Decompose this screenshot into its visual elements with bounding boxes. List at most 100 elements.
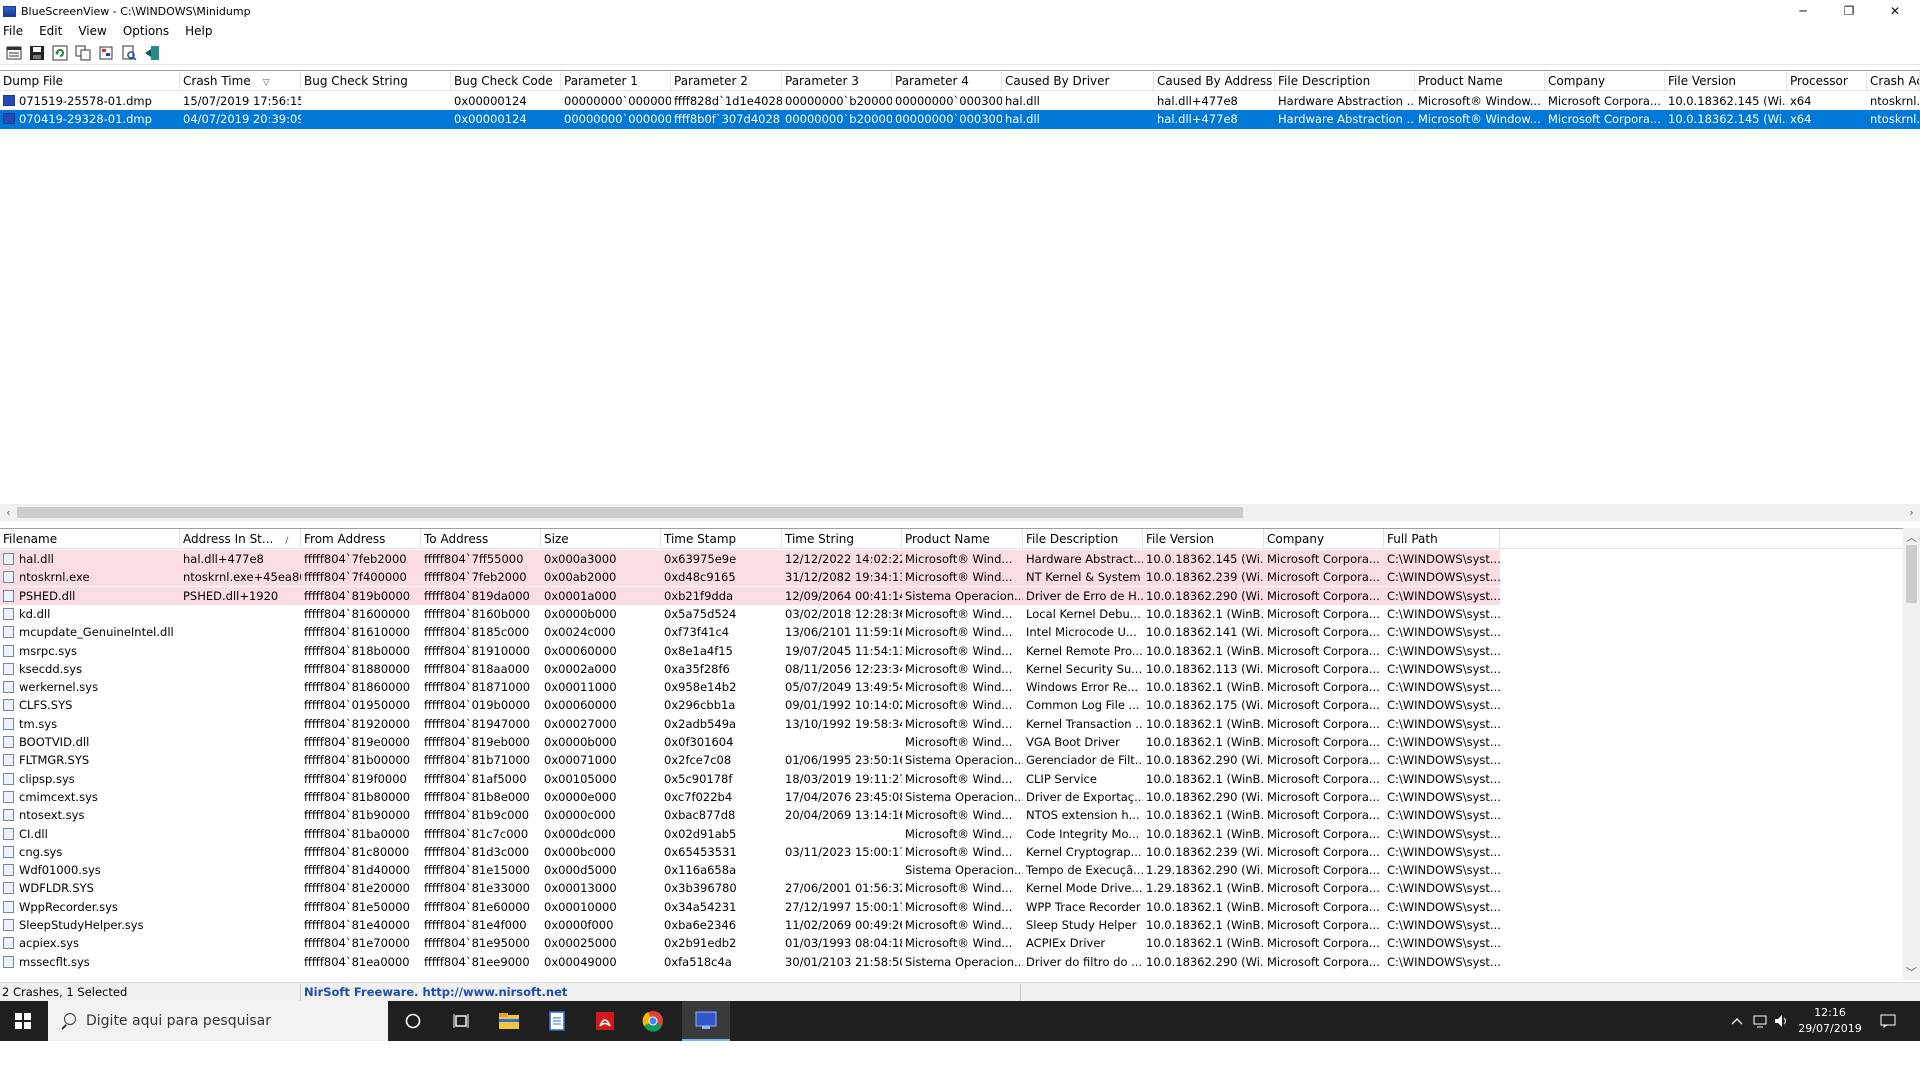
driver-row[interactable]: cmimcext.sys fffff804`81b80000 fffff804`81… — [0, 788, 1920, 806]
column-header[interactable]: Company — [1545, 71, 1665, 91]
dump-row[interactable]: 070419-29328-01.dmp 04/07/2019 20:39:09 0x… — [0, 110, 1920, 129]
column-header[interactable]: Parameter 2 — [671, 71, 782, 91]
close-button[interactable]: ✕ — [1872, 0, 1918, 22]
cell-company: Microsoft Corpora... — [1267, 808, 1380, 823]
start-button[interactable] — [0, 1001, 46, 1041]
minimize-button[interactable]: ─ — [1780, 0, 1826, 22]
task-view-icon[interactable] — [437, 1001, 485, 1041]
menu-help[interactable]: Help — [182, 24, 219, 38]
chrome-icon[interactable] — [629, 1001, 677, 1041]
copy-icon[interactable] — [73, 43, 92, 62]
column-header[interactable]: From Address — [301, 529, 421, 549]
column-header[interactable]: Size — [541, 529, 661, 549]
driver-row[interactable]: PSHED.dll PSHED.dll+1920 fffff804`819b0000… — [0, 586, 1920, 605]
driver-row[interactable]: mcupdate_GenuineIntel.dll fffff804`816100… — [0, 623, 1920, 641]
column-header[interactable]: Address In St... / — [180, 529, 301, 549]
column-header[interactable]: Bug Check Code — [451, 71, 561, 91]
nirsoft-link[interactable]: NirSoft Freeware. http://www.nirsoft.net — [304, 983, 567, 1002]
document-icon[interactable] — [533, 1001, 581, 1041]
properties-icon[interactable] — [4, 43, 23, 62]
column-header[interactable]: Dump File — [0, 71, 180, 91]
driver-row[interactable]: clipsp.sys fffff804`819f0000 fffff804`81af… — [0, 770, 1920, 788]
column-header[interactable]: Bug Check String — [301, 71, 451, 91]
column-header[interactable]: Caused By Driver — [1002, 71, 1154, 91]
column-header[interactable]: Caused By Address — [1154, 71, 1275, 91]
driver-row[interactable]: Wdf01000.sys fffff804`81d40000 fffff804`81… — [0, 861, 1920, 879]
find-icon[interactable] — [119, 43, 138, 62]
driver-row[interactable]: acpiex.sys fffff804`81e70000 fffff804`81e9… — [0, 934, 1920, 952]
column-header[interactable]: Parameter 3 — [782, 71, 892, 91]
driver-row[interactable]: ksecdd.sys fffff804`81880000 fffff804`818a… — [0, 660, 1920, 678]
dump-list[interactable]: Dump File Crash Time ▽ Bug Check String B… — [0, 70, 1920, 504]
scroll-left-icon[interactable]: ‹ — [0, 504, 17, 521]
exit-icon[interactable] — [142, 43, 161, 62]
column-header[interactable]: File Version — [1665, 71, 1787, 91]
driver-row[interactable]: CI.dll fffff804`81ba0000 fffff804`81c7c000… — [0, 825, 1920, 843]
column-header[interactable]: Full Path — [1384, 529, 1500, 549]
column-header[interactable]: Crash Time ▽ — [180, 71, 301, 91]
driver-row[interactable]: FLTMGR.SYS fffff804`81b00000 fffff804`81b7… — [0, 751, 1920, 769]
menu-options[interactable]: Options — [120, 24, 176, 38]
column-header[interactable]: Processor — [1787, 71, 1867, 91]
scroll-down-icon[interactable]: ﹀ — [1903, 963, 1920, 980]
menu-view[interactable]: View — [75, 24, 113, 38]
cell-to-address: fffff804`81c7c000 — [424, 826, 529, 841]
cell-to-address: fffff804`81e15000 — [424, 863, 530, 878]
cell-address-in-stack — [180, 770, 301, 788]
column-header[interactable]: Crash Add — [1867, 71, 1920, 91]
file-explorer-icon[interactable] — [485, 1001, 533, 1041]
chevron-up-icon[interactable] — [1728, 1001, 1746, 1041]
column-header[interactable]: File Description — [1023, 529, 1143, 549]
driver-row[interactable]: msrpc.sys fffff804`818b0000 fffff804`81910… — [0, 642, 1920, 660]
driver-row[interactable]: hal.dll hal.dll+477e8 fffff804`7feb2000 fff… — [0, 550, 1920, 568]
taskbar-search[interactable]: Digite aqui para pesquisar — [48, 1001, 388, 1041]
column-header[interactable]: Company — [1264, 529, 1384, 549]
column-header[interactable]: Time Stamp — [661, 529, 782, 549]
driver-row[interactable]: ntosext.sys fffff804`81b90000 fffff804`81b… — [0, 806, 1920, 824]
cell-full-path: C:\WINDOWS\syst... — [1387, 808, 1500, 823]
notification-icon[interactable] — [1870, 1001, 1906, 1041]
taskbar-clock[interactable]: 12:16 29/07/2019 — [1790, 1005, 1870, 1037]
driver-row[interactable]: ntoskrnl.exe ntoskrnl.exe+45ea80 fffff804`… — [0, 568, 1920, 587]
driver-row[interactable]: WDFLDR.SYS fffff804`81e20000 fffff804`81e3… — [0, 879, 1920, 897]
column-header[interactable]: File Version — [1143, 529, 1264, 549]
column-header[interactable]: Product Name — [902, 529, 1023, 549]
volume-icon[interactable] — [1772, 1001, 1792, 1041]
driver-row[interactable]: BOOTVID.dll fffff804`819e0000 fffff804`819… — [0, 733, 1920, 751]
scroll-thumb[interactable] — [1906, 545, 1917, 603]
horizontal-scrollbar[interactable]: ‹ › — [0, 504, 1920, 521]
report-icon[interactable] — [96, 43, 115, 62]
cell-file-description: Gerenciador de Filt... — [1026, 753, 1143, 768]
dump-row[interactable]: 071519-25578-01.dmp 15/07/2019 17:56:15 0x… — [0, 92, 1920, 110]
driver-row[interactable]: WppRecorder.sys fffff804`81e50000 fffff804… — [0, 898, 1920, 916]
cortana-icon[interactable] — [389, 1001, 437, 1041]
driver-row[interactable]: CLFS.SYS fffff804`01950000 fffff804`019b00… — [0, 696, 1920, 714]
acrobat-icon[interactable] — [581, 1001, 629, 1041]
cell-full-path: C:\WINDOWS\syst... — [1387, 936, 1500, 951]
vertical-scrollbar[interactable]: ︿ ﹀ — [1903, 528, 1920, 980]
save-icon[interactable] — [27, 43, 46, 62]
column-header[interactable]: Filename — [0, 529, 180, 549]
driver-row[interactable]: tm.sys fffff804`81920000 fffff804`81947000… — [0, 715, 1920, 733]
scroll-up-icon[interactable]: ︿ — [1903, 528, 1920, 545]
menu-edit[interactable]: Edit — [36, 24, 69, 38]
bluescreenview-icon[interactable] — [682, 1001, 730, 1041]
driver-row[interactable]: werkernel.sys fffff804`81860000 fffff804`8… — [0, 678, 1920, 696]
column-header[interactable]: Parameter 1 — [561, 71, 671, 91]
refresh-icon[interactable] — [50, 43, 69, 62]
network-icon[interactable] — [1750, 1001, 1772, 1041]
column-header[interactable]: Time String — [782, 529, 902, 549]
column-header[interactable]: Parameter 4 — [892, 71, 1002, 91]
scroll-right-icon[interactable]: › — [1903, 504, 1920, 521]
driver-list[interactable]: Filename Address In St... / From Address … — [0, 528, 1920, 980]
column-header[interactable]: File Description — [1275, 71, 1415, 91]
menu-file[interactable]: File — [0, 24, 30, 38]
scroll-thumb[interactable] — [17, 507, 1243, 518]
driver-row[interactable]: kd.dll fffff804`81600000 fffff804`8160b000… — [0, 605, 1920, 623]
driver-row[interactable]: cng.sys fffff804`81c80000 fffff804`81d3c00… — [0, 843, 1920, 861]
column-header[interactable]: Product Name — [1415, 71, 1545, 91]
driver-row[interactable]: SleepStudyHelper.sys fffff804`81e40000 fff… — [0, 916, 1920, 934]
driver-row[interactable]: mssecflt.sys fffff804`81ea0000 fffff804`81… — [0, 953, 1920, 971]
column-header[interactable]: To Address — [421, 529, 541, 549]
restore-button[interactable]: ❐ — [1826, 0, 1872, 22]
